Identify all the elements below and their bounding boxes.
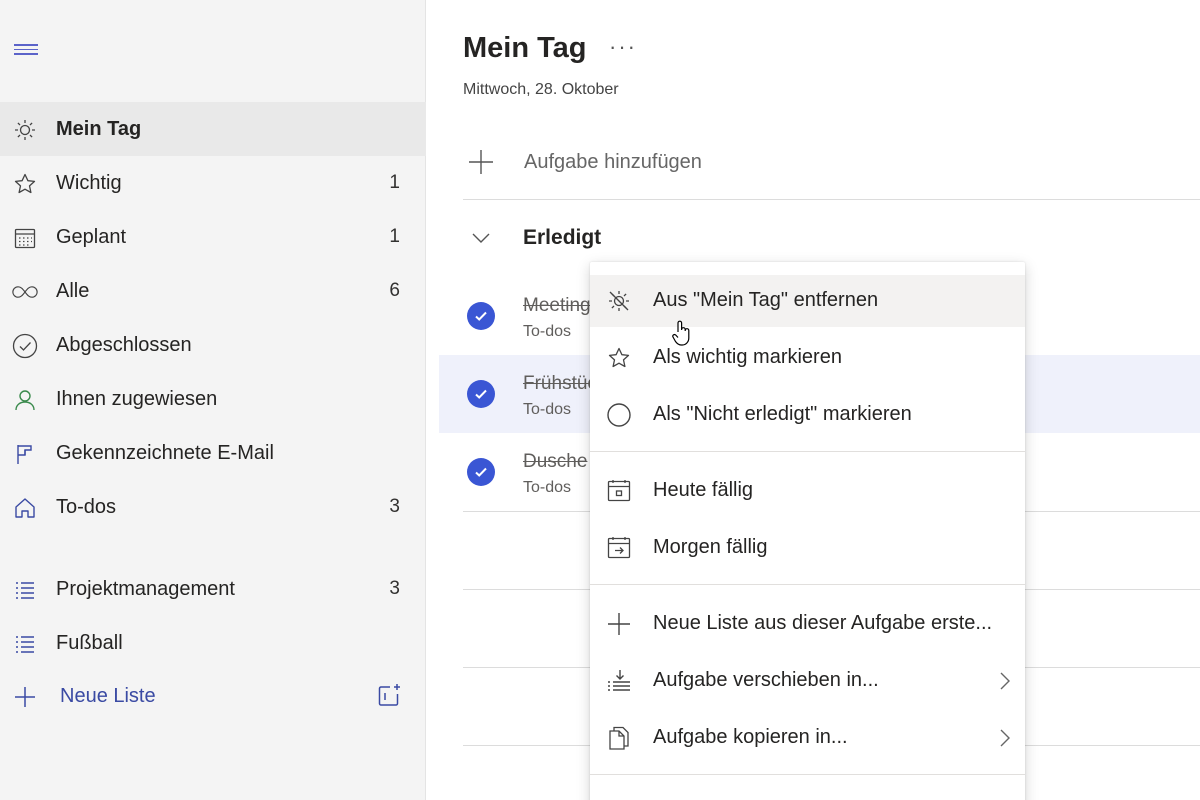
sidebar-item-label: Wichtig bbox=[56, 171, 122, 194]
plus-icon bbox=[12, 684, 38, 710]
divider bbox=[590, 774, 1025, 775]
copy-icon bbox=[606, 725, 632, 751]
completed-check-icon[interactable] bbox=[467, 302, 495, 330]
task-list-name: To-dos bbox=[523, 401, 572, 418]
sun-remove-icon bbox=[606, 288, 632, 314]
task-title: Dusche bbox=[523, 451, 588, 472]
done-section-label: Erledigt bbox=[523, 226, 602, 249]
menu-item-remove-from-my-day[interactable]: Aus "Mein Tag" entfernen bbox=[590, 275, 1025, 327]
task-title: Meeting bbox=[523, 295, 591, 316]
menu-item-new-list-from-task[interactable]: Neue Liste aus dieser Aufgabe erste... bbox=[590, 598, 1025, 650]
page-title: Mein Tag bbox=[463, 32, 587, 64]
task-list-name: To-dos bbox=[523, 323, 572, 340]
menu-item-label: Morgen fällig bbox=[653, 536, 768, 558]
hamburger-icon[interactable] bbox=[14, 44, 38, 58]
add-task-input[interactable]: Aufgabe hinzufügen bbox=[463, 140, 1200, 200]
sidebar-item-label: Mein Tag bbox=[56, 117, 142, 140]
sidebar-item-gekennzeichnete-e-mail[interactable]: Gekennzeichnete E-Mail bbox=[0, 426, 426, 480]
calendar-icon bbox=[12, 225, 38, 251]
divider bbox=[590, 451, 1025, 452]
hand-cursor-icon bbox=[672, 320, 692, 351]
sidebar-item-label: Geplant bbox=[56, 225, 127, 248]
sidebar: Mein Tag Wichtig 1 Geplant 1 Alle 6 Abge… bbox=[0, 0, 426, 800]
item-count: 1 bbox=[389, 172, 400, 193]
add-task-placeholder: Aufgabe hinzufügen bbox=[524, 151, 702, 173]
sidebar-item-projektmanagement[interactable]: Projektmanagement 3 bbox=[0, 562, 426, 616]
sidebar-item-abgeschlossen[interactable]: Abgeschlossen bbox=[0, 318, 426, 372]
completed-check-icon[interactable] bbox=[467, 380, 495, 408]
list-icon bbox=[12, 631, 38, 657]
completed-check-icon[interactable] bbox=[467, 458, 495, 486]
page-date: Mittwoch, 28. Oktober bbox=[463, 81, 619, 98]
sidebar-item-alle[interactable]: Alle 6 bbox=[0, 264, 426, 318]
menu-item-due-tomorrow[interactable]: Morgen fällig bbox=[590, 522, 1025, 574]
new-list-button[interactable]: Neue Liste bbox=[0, 669, 426, 723]
menu-item-move-task[interactable]: Aufgabe verschieben in... bbox=[590, 655, 1025, 707]
item-count: 3 bbox=[389, 578, 400, 599]
task-list-name: To-dos bbox=[523, 479, 572, 496]
sidebar-item-label: Gekennzeichnete E-Mail bbox=[56, 441, 274, 464]
move-icon bbox=[606, 668, 632, 694]
home-icon bbox=[12, 495, 38, 521]
sidebar-item-mein-tag[interactable]: Mein Tag bbox=[0, 102, 426, 156]
menu-item-label: Aufgabe kopieren in... bbox=[653, 726, 848, 748]
item-count: 3 bbox=[389, 496, 400, 517]
sidebar-item-fussball[interactable]: Fußball bbox=[0, 616, 426, 670]
menu-item-label: Aufgabe verschieben in... bbox=[653, 669, 879, 691]
sidebar-item-label: Projektmanagement bbox=[56, 577, 235, 600]
sidebar-item-label: Abgeschlossen bbox=[56, 333, 192, 356]
person-icon bbox=[12, 387, 38, 413]
new-group-icon[interactable] bbox=[376, 683, 402, 714]
check-circle-icon bbox=[12, 333, 38, 359]
infinity-icon bbox=[12, 279, 38, 305]
plus-icon bbox=[467, 148, 495, 181]
menu-item-label: Als "Nicht erledigt" markieren bbox=[653, 403, 912, 425]
menu-item-copy-task[interactable]: Aufgabe kopieren in... bbox=[590, 712, 1025, 764]
menu-item-mark-important[interactable]: Als wichtig markieren bbox=[590, 332, 1025, 384]
sidebar-item-ihnen-zugewiesen[interactable]: Ihnen zugewiesen bbox=[0, 372, 426, 426]
menu-item-label: Heute fällig bbox=[653, 479, 754, 501]
calendar-tomorrow-icon bbox=[606, 535, 632, 561]
sidebar-item-geplant[interactable]: Geplant 1 bbox=[0, 210, 426, 264]
star-icon bbox=[606, 345, 632, 371]
menu-item-label: Neue Liste aus dieser Aufgabe erste... bbox=[653, 612, 993, 634]
item-count: 1 bbox=[389, 226, 400, 247]
sidebar-item-label: Fußball bbox=[56, 631, 123, 654]
context-menu: Aus "Mein Tag" entfernen Als wichtig mar… bbox=[590, 262, 1025, 800]
item-count: 6 bbox=[389, 280, 400, 301]
calendar-today-icon bbox=[606, 478, 632, 504]
chevron-down-icon bbox=[471, 228, 491, 253]
circle-icon bbox=[606, 402, 632, 428]
sidebar-item-wichtig[interactable]: Wichtig 1 bbox=[0, 156, 426, 210]
list-icon bbox=[12, 577, 38, 603]
more-options-button[interactable]: ··· bbox=[609, 34, 637, 60]
menu-item-due-today[interactable]: Heute fällig bbox=[590, 465, 1025, 517]
star-icon bbox=[12, 171, 38, 197]
menu-item-label: Aus "Mein Tag" entfernen bbox=[653, 289, 879, 311]
divider bbox=[590, 584, 1025, 585]
sidebar-item-label: Ihnen zugewiesen bbox=[56, 387, 218, 410]
chevron-right-icon bbox=[999, 671, 1011, 696]
menu-item-mark-not-done[interactable]: Als "Nicht erledigt" markieren bbox=[590, 389, 1025, 441]
sidebar-item-label: Alle bbox=[56, 279, 90, 302]
sidebar-item-to-dos[interactable]: To-dos 3 bbox=[0, 480, 426, 534]
chevron-right-icon bbox=[999, 728, 1011, 753]
new-list-label: Neue Liste bbox=[60, 684, 156, 707]
flag-icon bbox=[12, 441, 38, 467]
plus-icon bbox=[606, 611, 632, 637]
sun-icon bbox=[12, 117, 38, 143]
sidebar-item-label: To-dos bbox=[56, 495, 117, 518]
